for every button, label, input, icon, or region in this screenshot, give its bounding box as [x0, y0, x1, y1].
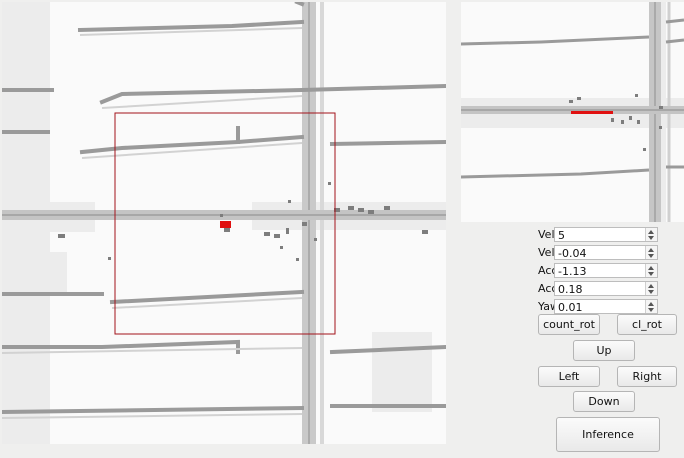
yaw-value: 0.01 [558, 301, 583, 314]
vel2-stepper[interactable] [645, 246, 657, 259]
yaw-spinbox[interactable]: 0.01 [554, 299, 658, 314]
up-button[interactable]: Up [573, 340, 635, 361]
mini-ego-vehicle [571, 111, 613, 114]
vel1-value: 5 [558, 229, 565, 242]
main-map-view[interactable] [2, 2, 446, 444]
acc2-value: 0.18 [558, 283, 583, 296]
param-acc2: Acc2 0.18 [538, 281, 660, 298]
stepper-up-icon[interactable] [648, 284, 654, 288]
count-rot-button[interactable]: count_rot [538, 314, 600, 335]
right-button[interactable]: Right [617, 366, 677, 387]
cl-rot-button[interactable]: cl_rot [617, 314, 677, 335]
stepper-down-icon[interactable] [648, 254, 654, 258]
acc2-stepper[interactable] [645, 282, 657, 295]
inference-button[interactable]: Inference [556, 417, 660, 452]
stepper-up-icon[interactable] [648, 230, 654, 234]
param-vel1: Vel1 5 [538, 227, 660, 244]
yaw-stepper[interactable] [645, 300, 657, 313]
vel2-value: -0.04 [558, 247, 587, 260]
stepper-up-icon[interactable] [648, 248, 654, 252]
acc1-stepper[interactable] [645, 264, 657, 277]
stepper-down-icon[interactable] [648, 272, 654, 276]
vel1-spinbox[interactable]: 5 [554, 227, 658, 242]
stepper-down-icon[interactable] [648, 236, 654, 240]
vel2-spinbox[interactable]: -0.04 [554, 245, 658, 260]
down-button[interactable]: Down [573, 391, 635, 412]
vel1-stepper[interactable] [645, 228, 657, 241]
ego-vehicle [220, 221, 231, 228]
mini-map-canvas [461, 2, 684, 222]
param-vel2: Vel2 -0.04 [538, 245, 660, 262]
acc1-spinbox[interactable]: -1.13 [554, 263, 658, 278]
stepper-up-icon[interactable] [648, 266, 654, 270]
stepper-down-icon[interactable] [648, 308, 654, 312]
acc1-value: -1.13 [558, 265, 587, 278]
param-acc1: Acc1 -1.13 [538, 263, 660, 280]
left-button[interactable]: Left [538, 366, 600, 387]
mini-map-view[interactable] [461, 2, 684, 222]
acc2-spinbox[interactable]: 0.18 [554, 281, 658, 296]
map-canvas [2, 2, 446, 444]
stepper-down-icon[interactable] [648, 290, 654, 294]
stepper-up-icon[interactable] [648, 302, 654, 306]
